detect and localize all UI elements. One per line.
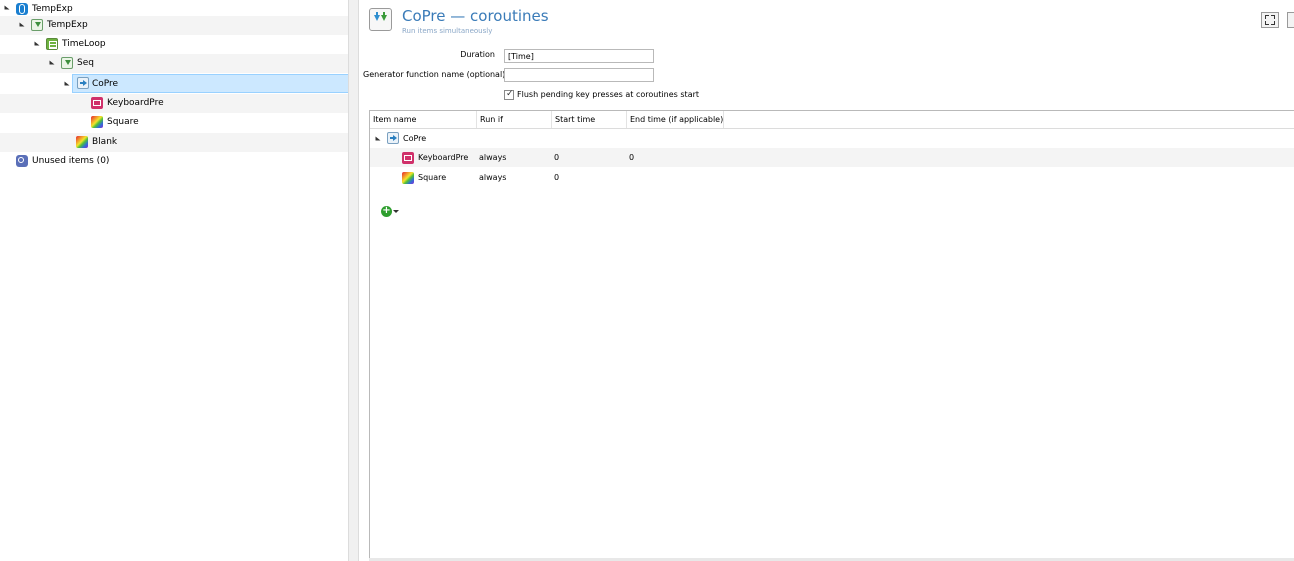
- add-item-button[interactable]: +: [381, 205, 392, 217]
- table-cell-name: Square: [418, 173, 447, 182]
- collapse-arrow-icon[interactable]: [375, 136, 381, 141]
- collapse-arrow-icon[interactable]: [4, 5, 10, 10]
- maximize-icon: [1265, 15, 1275, 25]
- table-cell-start-time[interactable]: 0: [554, 153, 559, 162]
- overview-tree: TempExp TempExp TimeLoop Seq CoPre Keybo…: [0, 0, 349, 561]
- keyboard-icon: [402, 152, 414, 164]
- tree-item-keyboardpre[interactable]: KeyboardPre: [0, 94, 348, 113]
- table-row-parent[interactable]: CoPre: [370, 129, 1294, 148]
- generator-function-field[interactable]: [504, 68, 654, 82]
- tree-item-label: KeyboardPre: [107, 98, 164, 108]
- item-editor: CoPre — coroutines Run items simultaneou…: [359, 0, 1294, 561]
- unused-items-icon: [16, 155, 28, 167]
- column-divider[interactable]: [723, 111, 724, 128]
- coroutine-icon: [77, 77, 89, 89]
- table-cell-name: CoPre: [403, 134, 427, 143]
- table-cell-run-if[interactable]: always: [479, 153, 506, 162]
- collapse-arrow-icon[interactable]: [64, 81, 70, 86]
- coroutines-table: Item name Run if Start time End time (if…: [369, 110, 1294, 559]
- table-cell-start-time[interactable]: 0: [554, 173, 559, 182]
- keyboard-icon: [91, 97, 103, 109]
- tree-item-label: TempExp: [32, 4, 73, 14]
- tree-item-timeloop[interactable]: TimeLoop: [0, 35, 348, 54]
- tree-item-label: TimeLoop: [62, 39, 106, 49]
- tree-item-square[interactable]: Square: [0, 113, 348, 132]
- sequence-icon: [61, 57, 73, 69]
- column-header-run-if[interactable]: Run if: [480, 115, 503, 124]
- loop-icon: [46, 38, 58, 50]
- column-header-start-time[interactable]: Start time: [555, 115, 595, 124]
- tree-item-label: Unused items (0): [32, 156, 110, 166]
- page-title[interactable]: CoPre — coroutines: [402, 7, 549, 25]
- help-button[interactable]: [1287, 12, 1294, 28]
- table-row[interactable]: KeyboardPre always 0 0: [370, 148, 1294, 167]
- duration-label: Duration: [460, 50, 495, 59]
- collapse-arrow-icon[interactable]: [19, 22, 25, 27]
- table-cell-run-if[interactable]: always: [479, 173, 506, 182]
- column-divider[interactable]: [476, 111, 477, 128]
- tree-item-unused[interactable]: Unused items (0): [0, 152, 348, 171]
- column-header-item-name[interactable]: Item name: [373, 115, 416, 124]
- coroutine-icon: [387, 132, 399, 144]
- splitter-handle[interactable]: [348, 0, 359, 561]
- procedure-icon: [31, 19, 43, 31]
- sketchpad-icon: [91, 116, 103, 128]
- column-divider[interactable]: [626, 111, 627, 128]
- sketchpad-icon: [402, 172, 414, 184]
- plus-icon: +: [382, 205, 391, 216]
- coroutine-header-icon[interactable]: [369, 8, 392, 31]
- maximize-button[interactable]: [1261, 12, 1279, 28]
- tree-item-label: Square: [107, 117, 139, 127]
- checkmark-icon: ✓: [506, 89, 514, 99]
- generator-label: Generator function name (optional): [363, 70, 506, 79]
- tree-item-copre[interactable]: CoPre: [64, 74, 349, 93]
- column-header-end-time[interactable]: End time (if applicable): [630, 115, 723, 124]
- sketchpad-icon: [76, 136, 88, 148]
- tree-item-label: Blank: [92, 137, 118, 147]
- tree-item-seq[interactable]: Seq: [0, 54, 348, 73]
- table-row[interactable]: Square always 0: [370, 168, 1294, 187]
- collapse-arrow-icon[interactable]: [34, 41, 40, 46]
- experiment-icon: [16, 3, 28, 15]
- tree-item-blank[interactable]: Blank: [0, 133, 348, 152]
- tree-item-label: CoPre: [92, 79, 119, 89]
- tree-item-label: Seq: [77, 58, 94, 68]
- tree-item-label: TempExp: [47, 20, 88, 30]
- table-cell-name: KeyboardPre: [418, 153, 469, 162]
- flush-keypresses-checkbox[interactable]: ✓: [504, 89, 514, 100]
- table-header: Item name Run if Start time End time (if…: [370, 111, 1294, 129]
- column-divider[interactable]: [551, 111, 552, 128]
- duration-field[interactable]: [Time]: [504, 49, 654, 63]
- dropdown-arrow-icon[interactable]: [393, 210, 399, 213]
- collapse-arrow-icon[interactable]: [49, 60, 55, 65]
- table-cell-end-time[interactable]: 0: [629, 153, 634, 162]
- flush-keypresses-label[interactable]: Flush pending key presses at coroutines …: [517, 90, 699, 99]
- tree-item-tempexp[interactable]: TempExp: [0, 16, 348, 35]
- page-subtitle: Run items simultaneously: [402, 27, 493, 35]
